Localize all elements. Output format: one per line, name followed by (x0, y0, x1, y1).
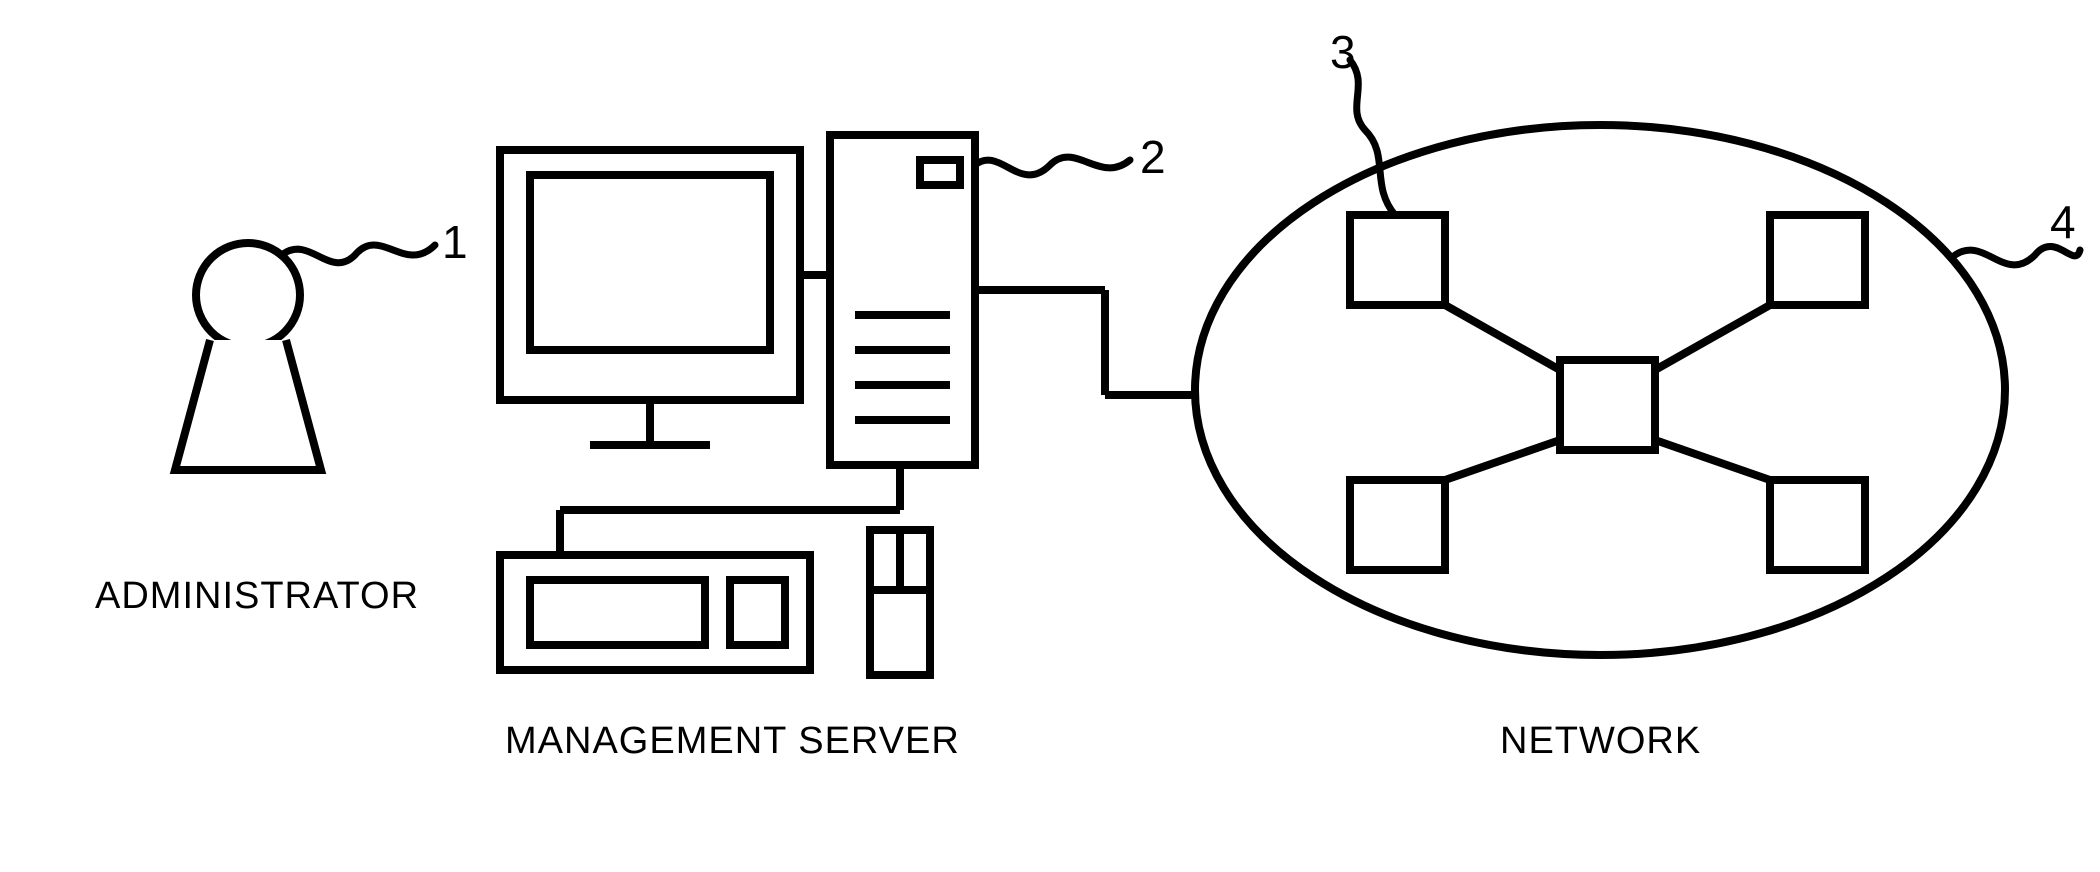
network-icon (1195, 125, 2005, 655)
network-label: NETWORK (1500, 720, 1701, 763)
management-server-label: MANAGEMENT SERVER (505, 720, 960, 763)
administrator-icon (175, 243, 321, 470)
administrator-label: ADMINISTRATOR (95, 575, 419, 618)
ref-3: 3 (1330, 25, 1356, 79)
management-server-icon (500, 135, 975, 675)
ref-4: 4 (2050, 195, 2076, 249)
ref-1: 1 (442, 215, 468, 269)
ref-2: 2 (1140, 130, 1166, 184)
diagram-canvas (0, 0, 2100, 872)
